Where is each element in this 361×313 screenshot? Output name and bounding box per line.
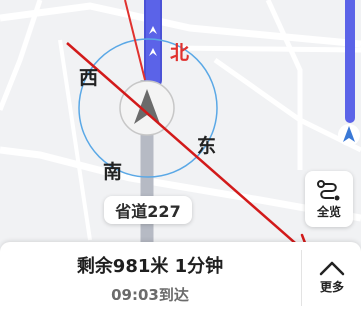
arrival-time: 09:03到达 bbox=[111, 286, 189, 304]
compass-south-label: 南 bbox=[103, 161, 123, 183]
remaining-distance-time: 剩余981米 1分钟 bbox=[76, 256, 224, 277]
compass-east-label: 东 bbox=[197, 135, 217, 157]
annotation-arrow bbox=[66, 42, 312, 258]
location-arrow-icon bbox=[338, 124, 360, 146]
more-label: 更多 bbox=[319, 280, 344, 294]
overview-label: 全览 bbox=[316, 204, 341, 219]
chevron-up-icon bbox=[319, 261, 345, 276]
overview-button[interactable]: 全览 bbox=[305, 171, 353, 227]
more-button[interactable]: 更多 bbox=[303, 242, 361, 313]
route-overview-icon bbox=[317, 179, 340, 200]
road-name-label: 省道227 bbox=[104, 196, 192, 224]
panel-divider bbox=[301, 250, 302, 306]
navigation-info-panel: 剩余981米 1分钟 09:03到达 更多 bbox=[0, 242, 361, 313]
compass-west-label: 西 bbox=[79, 67, 99, 89]
compass-north-label: 北 bbox=[170, 42, 190, 64]
car-position-icon bbox=[119, 80, 175, 136]
